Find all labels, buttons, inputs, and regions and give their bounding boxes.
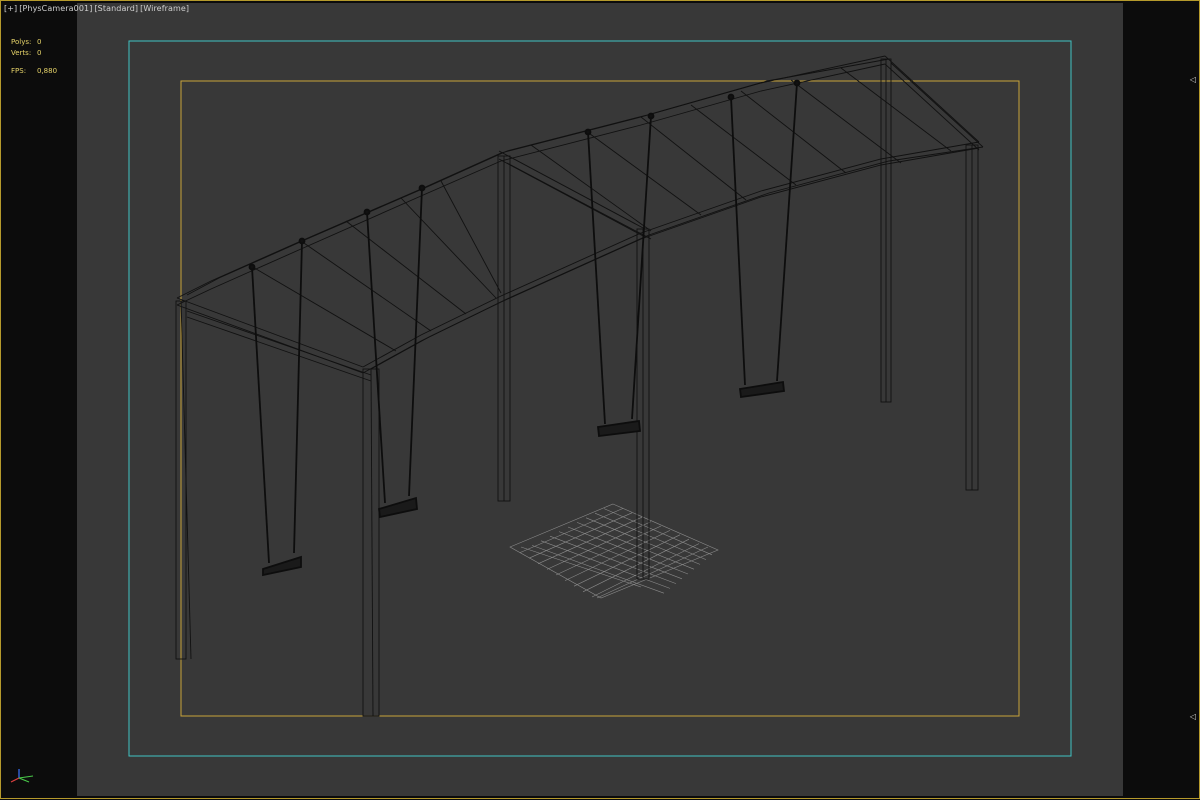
swing-frame-wireframe (175, 55, 984, 717)
polys-stat: Polys: 0 (11, 37, 71, 48)
viewport-panel[interactable]: [+] [PhysCamera001] [Standard] [Wireframe] … (0, 0, 1200, 799)
viewport-display-menu[interactable]: [Wireframe] (140, 4, 189, 13)
viewport-camera-menu[interactable]: [PhysCamera001] (19, 4, 92, 13)
safe-frame-inner (180, 80, 1020, 717)
wireframe-scene[interactable] (1, 1, 1200, 800)
viewport-label-menu[interactable]: [+] [PhysCamera001] [Standard] [Wireframe] (4, 4, 191, 13)
fps-label: FPS: (11, 67, 27, 75)
verts-stat: Verts: 0 (11, 48, 71, 59)
viewport-general-menu[interactable]: [+] (4, 4, 17, 13)
safe-frame-outer (128, 40, 1072, 757)
fps-value: 0,880 (37, 67, 58, 75)
polys-value: 0 (37, 38, 42, 46)
polys-label: Polys: (11, 38, 32, 46)
ground-grid (509, 503, 719, 599)
verts-value: 0 (37, 49, 42, 57)
statistics-overlay: Polys: 0 Verts: 0 FPS: 0,880 (11, 37, 71, 77)
left-arrow-icon[interactable]: ◁ (1190, 75, 1196, 84)
fps-stat: FPS: 0,880 (11, 66, 71, 77)
swing-1 (248, 237, 306, 577)
axis-tripod-icon (10, 769, 34, 783)
left-arrow-icon-lower[interactable]: ◁ (1190, 712, 1196, 721)
viewport-shading-menu[interactable]: [Standard] (94, 4, 138, 13)
swing-2 (363, 184, 426, 519)
verts-label: Verts: (11, 49, 32, 57)
